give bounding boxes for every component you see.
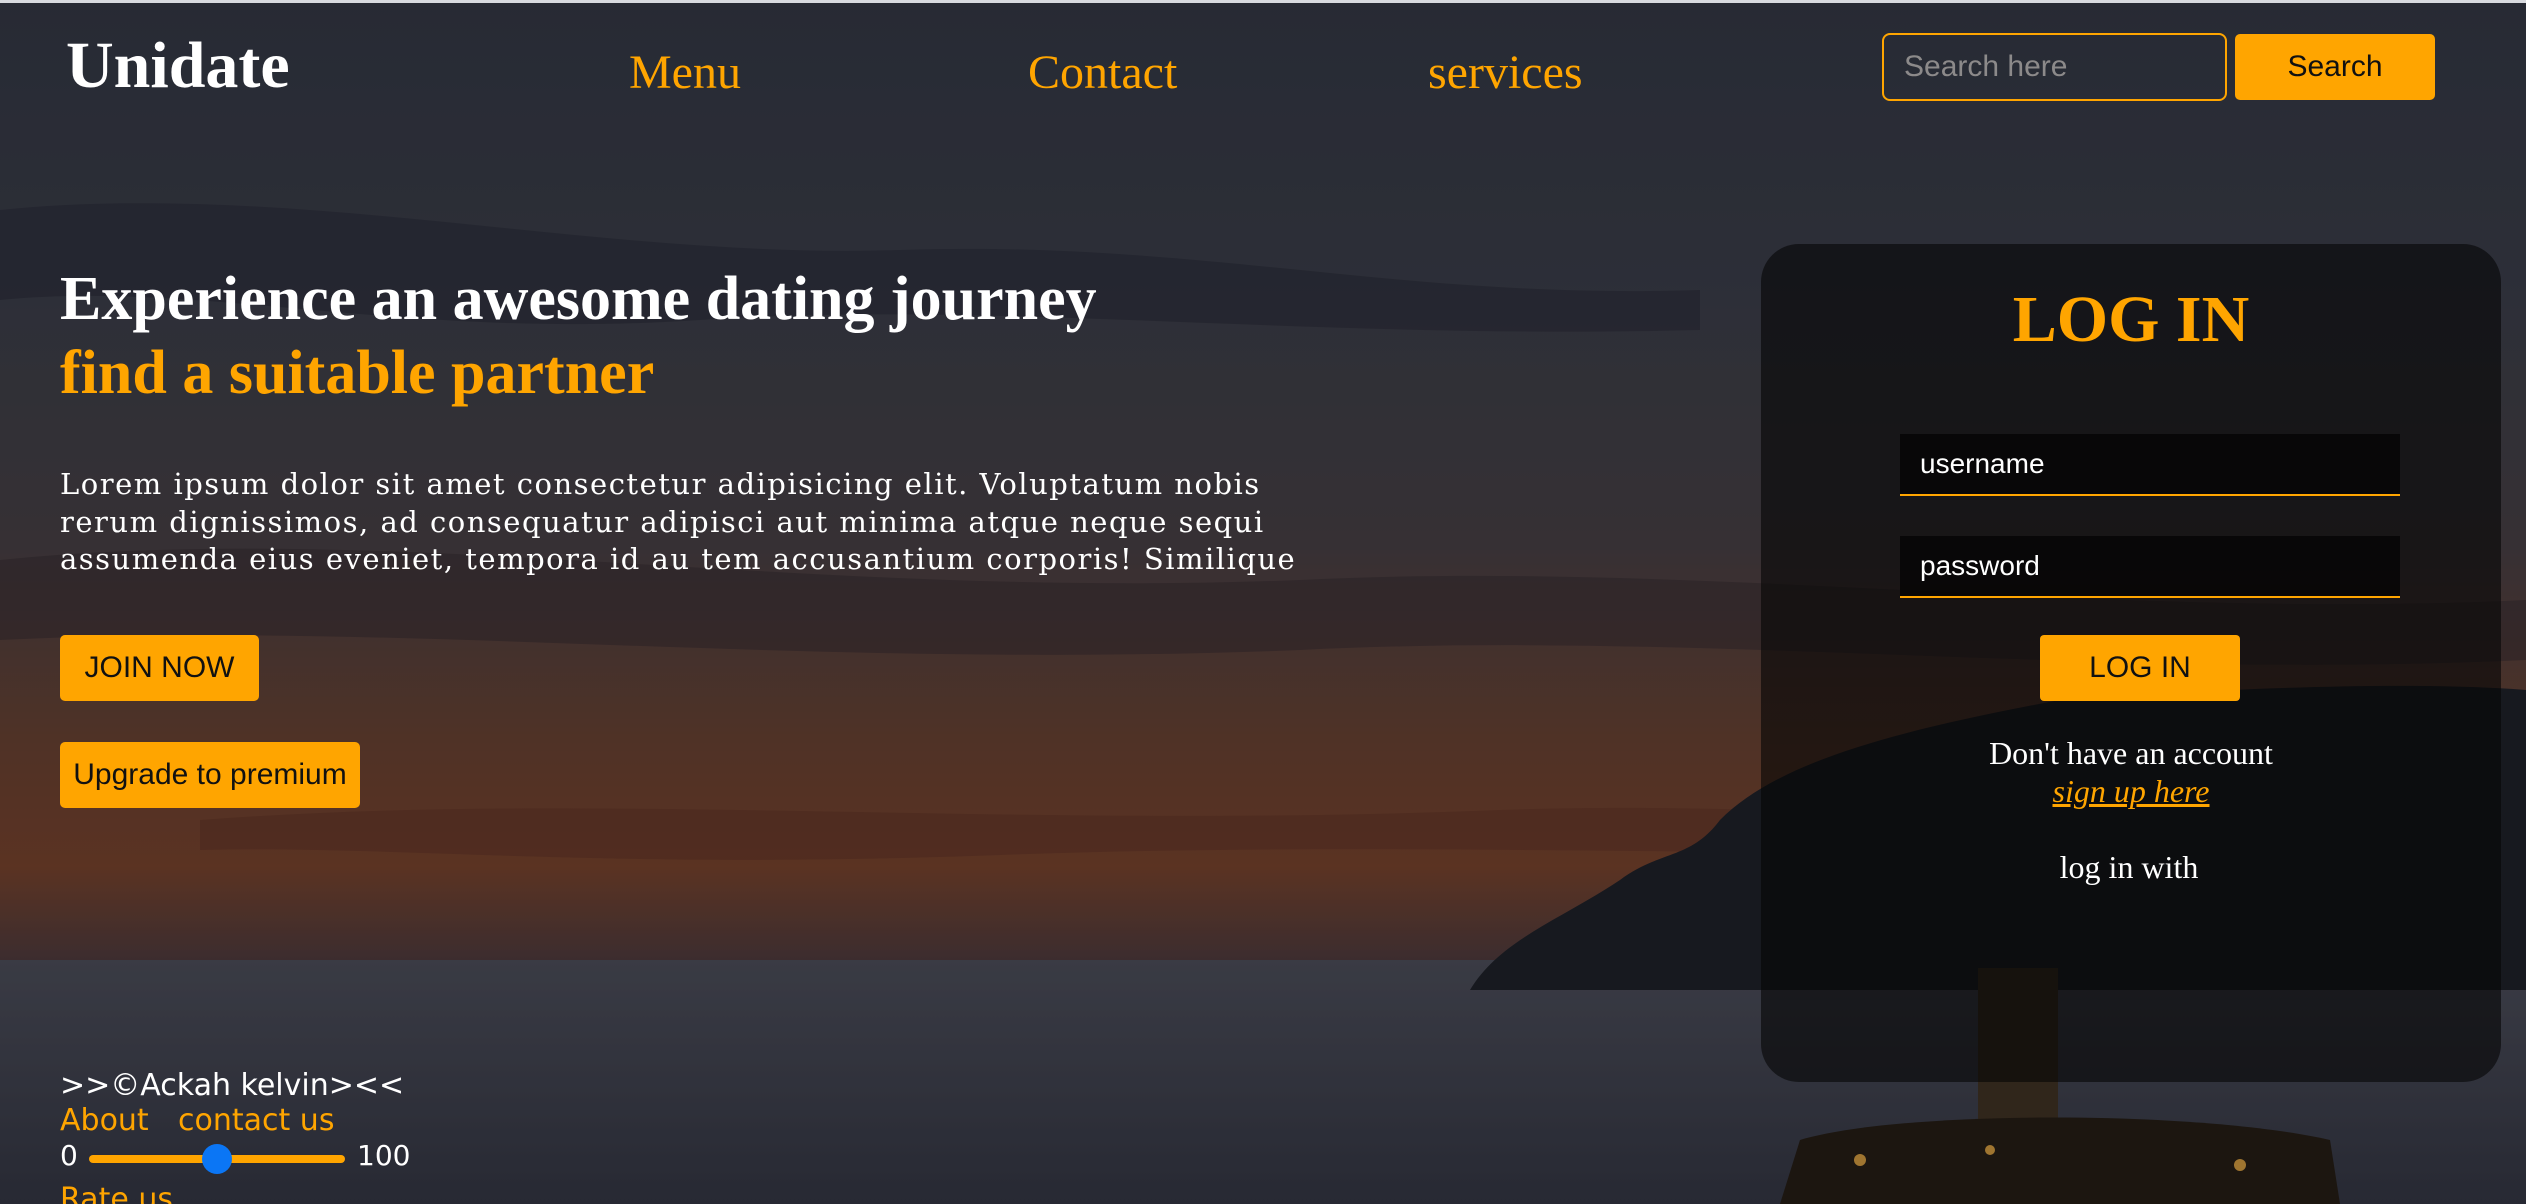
hero-description-line: Lorem ipsum dolor sit amet consectetur a… (60, 467, 1261, 501)
signup-link[interactable]: sign up here (1761, 772, 2501, 810)
rating-max-label: 100 (357, 1139, 411, 1172)
copyright-text: >>©Ackah kelvin><< (60, 1068, 405, 1103)
login-title: LOG IN (2012, 283, 2250, 356)
no-account-text: Don't have an account (1989, 735, 2273, 771)
username-field[interactable] (1900, 434, 2400, 496)
footer-contact-link[interactable]: contact us (178, 1101, 334, 1141)
hero-description-line: rerum dignissimos, ad consequatur adipis… (60, 504, 1265, 539)
password-field[interactable] (1900, 536, 2400, 598)
nav-services-link[interactable]: services (1428, 38, 1583, 108)
hero-description: Lorem ipsum dolor sit amet consectetur a… (60, 466, 1300, 579)
rating-min-label: 0 (60, 1139, 78, 1172)
join-now-button[interactable]: JOIN NOW (60, 635, 259, 701)
login-button[interactable]: LOG IN (2040, 635, 2240, 701)
top-border (0, 0, 2526, 3)
nav-contact-link[interactable]: Contact (1028, 38, 1177, 108)
hero-subtitle: find a suitable partner (60, 339, 655, 407)
hero-title: Experience an awesome dating journey (60, 265, 1097, 333)
site-logo[interactable]: Unidate (66, 26, 290, 106)
rate-us-link[interactable]: Rate us (60, 1180, 173, 1204)
login-with-text: log in with (2059, 849, 2199, 885)
search-input[interactable] (1882, 33, 2227, 101)
login-panel: LOG IN LOG IN Don't have an account sign… (1761, 244, 2501, 1082)
rating-slider[interactable] (89, 1144, 345, 1174)
search-button[interactable]: Search (2235, 34, 2435, 100)
nav-menu-link[interactable]: Menu (629, 38, 741, 108)
rating-slider-thumb[interactable] (202, 1144, 232, 1174)
upgrade-premium-button[interactable]: Upgrade to premium (60, 742, 360, 808)
footer-about-link[interactable]: About (60, 1101, 149, 1141)
hero-description-line: assumenda eius eveniet, tempora id au te… (60, 542, 1297, 576)
